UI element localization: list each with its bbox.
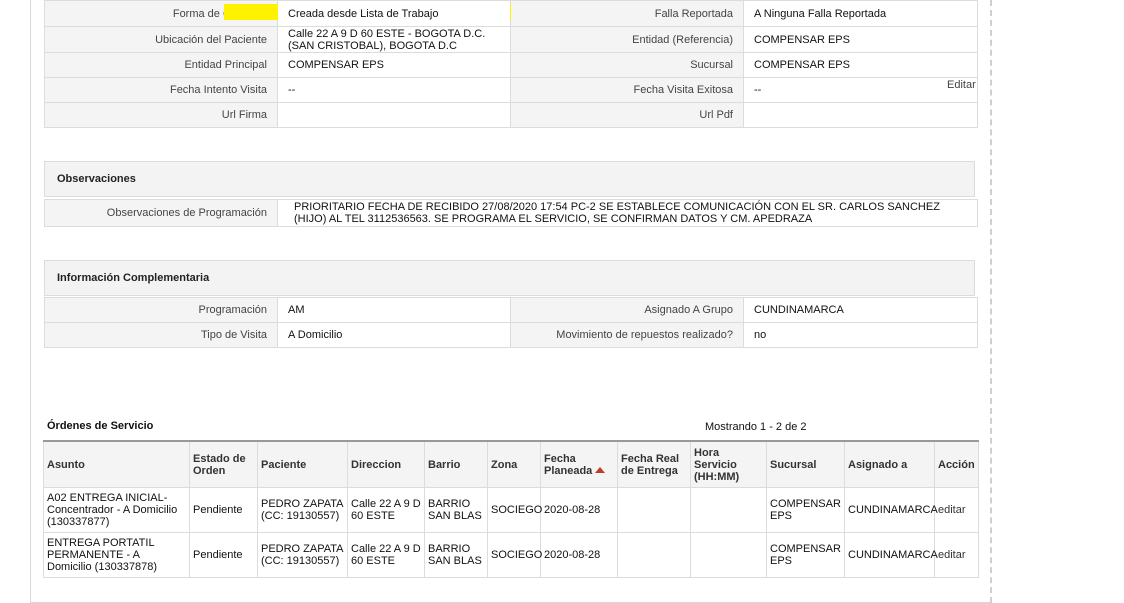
col-header-barrio[interactable]: Barrio <box>424 440 488 488</box>
label-movimiento-repuestos: Movimiento de repuestos realizado? <box>510 322 744 348</box>
cell-paciente: PEDRO ZAPATA (CC: 19130557) <box>257 487 348 533</box>
frame-right-dashed-border <box>990 0 992 603</box>
col-header-zona[interactable]: Zona <box>487 440 541 488</box>
value-programacion: AM <box>277 297 511 323</box>
value-tipo-visita: A Domicilio <box>277 322 511 348</box>
cell-sucursal: COMPENSAR EPS <box>766 487 845 533</box>
orders-count: Mostrando 1 - 2 de 2 <box>705 421 807 433</box>
cell-direccion: Calle 22 A 9 D 60 ESTE <box>347 532 425 578</box>
details-table: Forma de Creación Creada desde Lista de … <box>44 0 978 128</box>
complementaria-row-programacion: Programación AM Asignado A Grupo CUNDINA… <box>44 297 978 323</box>
cell-barrio: BARRIO SAN BLAS <box>424 532 488 578</box>
value-fecha-intento-visita: -- <box>277 77 511 103</box>
value-entidad-referencia: COMPENSAR EPS <box>743 26 978 53</box>
value-ubicacion: Calle 22 A 9 D 60 ESTE - BOGOTA D.C. (SA… <box>277 26 511 53</box>
label-falla-reportada: Falla Reportada <box>510 0 744 27</box>
label-asignado-grupo: Asignado A Grupo <box>510 297 744 323</box>
details-row-fecha-intento: Fecha Intento Visita -- Fecha Visita Exi… <box>44 77 978 103</box>
value-sucursal: COMPENSAR EPS <box>743 52 978 78</box>
value-url-pdf <box>743 102 978 128</box>
details-row-entidad: Entidad Principal COMPENSAR EPS Sucursal… <box>44 52 978 78</box>
value-fecha-visita-exitosa: -- <box>743 77 978 103</box>
col-header-asignado[interactable]: Asignado a <box>844 440 935 488</box>
label-observaciones-programacion: Observaciones de Programación <box>44 199 278 227</box>
observaciones-row: Observaciones de Programación PRIORITARI… <box>44 199 978 227</box>
value-falla-reportada: A Ninguna Falla Reportada <box>743 0 978 27</box>
cell-barrio: BARRIO SAN BLAS <box>424 487 488 533</box>
complementaria-table: Programación AM Asignado A Grupo CUNDINA… <box>44 297 978 348</box>
editar-link[interactable]: editar <box>934 487 979 533</box>
complementaria-header: Información Complementaria <box>44 260 975 296</box>
details-row-url: Url Firma Url Pdf <box>44 102 978 128</box>
orders-header-row: Asunto Estado de Orden Paciente Direccio… <box>43 440 979 488</box>
col-header-estado[interactable]: Estado de Orden <box>189 440 258 488</box>
cell-fecha-real <box>617 487 691 533</box>
cell-sucursal: COMPENSAR EPS <box>766 532 845 578</box>
col-header-direccion[interactable]: Direccion <box>347 440 425 488</box>
col-header-hora-servicio[interactable]: Hora Servicio (HH:MM) <box>690 440 767 488</box>
cell-estado: Pendiente <box>189 487 258 533</box>
col-header-paciente[interactable]: Paciente <box>257 440 348 488</box>
value-movimiento-repuestos: no <box>743 322 978 348</box>
value-forma-creacion: Creada desde Lista de Trabajo <box>277 0 511 27</box>
table-row: ENTREGA PORTATIL PERMANENTE - A Domicili… <box>43 532 979 578</box>
cell-hora-servicio <box>690 532 767 578</box>
col-header-fecha-planeada[interactable]: Fecha Planeada <box>540 440 618 488</box>
col-header-asunto[interactable]: Asunto <box>43 440 190 488</box>
label-entidad-principal: Entidad Principal <box>44 52 278 78</box>
cell-fecha-real <box>617 532 691 578</box>
value-url-firma <box>277 102 511 128</box>
cell-asunto: A02 ENTREGA INICIAL- Concentrador - A Do… <box>43 487 190 533</box>
orders-title: Órdenes de Servicio <box>47 420 154 432</box>
cell-asignado: CUNDINAMARCA <box>844 532 938 578</box>
cell-asunto: ENTREGA PORTATIL PERMANENTE - A Domicili… <box>43 532 190 578</box>
observaciones-header: Observaciones <box>44 161 975 197</box>
value-entidad-principal: COMPENSAR EPS <box>277 52 511 78</box>
label-sucursal: Sucursal <box>510 52 744 78</box>
table-row: A02 ENTREGA INICIAL- Concentrador - A Do… <box>43 487 979 533</box>
label-fecha-visita-exitosa: Fecha Visita Exitosa <box>510 77 744 103</box>
orders-table: Asunto Estado de Orden Paciente Direccio… <box>43 440 979 578</box>
details-row-ubicacion: Ubicación del Paciente Calle 22 A 9 D 60… <box>44 26 978 53</box>
cell-asignado: CUNDINAMARCA <box>844 487 938 533</box>
cell-zona: SOCIEGO <box>487 487 542 533</box>
label-entidad-referencia: Entidad (Referencia) <box>510 26 744 53</box>
col-header-accion: Acción <box>934 440 979 488</box>
label-tipo-visita: Tipo de Visita <box>44 322 278 348</box>
frame-left-border <box>30 0 31 603</box>
editar-link[interactable]: editar <box>934 532 979 578</box>
cell-fecha-planeada: 2020-08-28 <box>540 487 618 533</box>
col-header-fecha-planeada-label: Fecha Planeada <box>544 452 593 477</box>
label-fecha-intento-visita: Fecha Intento Visita <box>44 77 278 103</box>
details-row-forma: Forma de Creación Creada desde Lista de … <box>44 0 978 27</box>
cell-fecha-planeada: 2020-08-28 <box>540 532 618 578</box>
edit-link[interactable]: Editar <box>947 79 976 91</box>
col-header-fecha-real[interactable]: Fecha Real de Entrega <box>617 440 691 488</box>
label-url-pdf: Url Pdf <box>510 102 744 128</box>
col-header-sucursal[interactable]: Sucursal <box>766 440 845 488</box>
cell-direccion: Calle 22 A 9 D 60 ESTE <box>347 487 425 533</box>
label-programacion: Programación <box>44 297 278 323</box>
label-url-firma: Url Firma <box>44 102 278 128</box>
cell-paciente: PEDRO ZAPATA (CC: 19130557) <box>257 532 348 578</box>
cell-zona: SOCIEGO <box>487 532 542 578</box>
cell-estado: Pendiente <box>189 532 258 578</box>
sort-ascending-icon[interactable] <box>595 466 606 473</box>
value-asignado-grupo: CUNDINAMARCA <box>743 297 978 323</box>
value-observaciones-programacion: PRIORITARIO FECHA DE RECIBIDO 27/08/2020… <box>277 199 978 227</box>
complementaria-row-tipo-visita: Tipo de Visita A Domicilio Movimiento de… <box>44 322 978 348</box>
observaciones-table: Observaciones de Programación PRIORITARI… <box>44 199 978 227</box>
cell-hora-servicio <box>690 487 767 533</box>
label-ubicacion: Ubicación del Paciente <box>44 26 278 53</box>
